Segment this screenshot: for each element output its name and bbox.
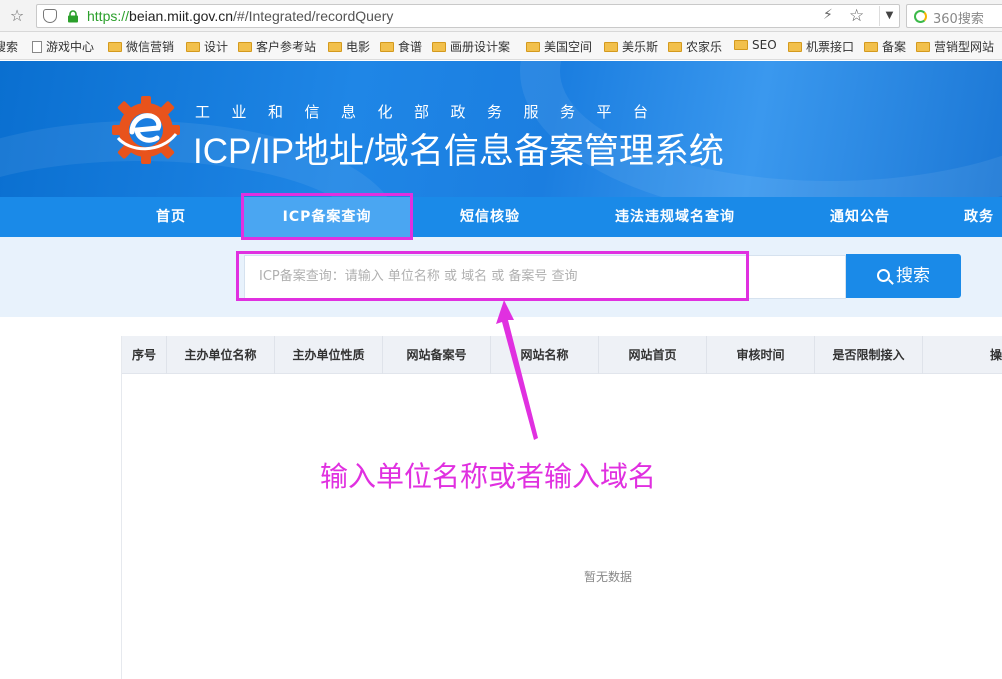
bookmark-item[interactable]: 备案 <box>864 38 906 55</box>
bookmark-label: 设计 <box>204 40 229 54</box>
bookmark-label: 美乐斯 <box>622 40 659 54</box>
bookmark-item[interactable]: 机票接口 <box>788 38 854 55</box>
bookmark-label: 营销型网站 <box>934 40 995 54</box>
nav-item-notices[interactable]: 通知公告 <box>800 197 920 237</box>
nav-item-gov[interactable]: 政务 <box>964 197 1002 237</box>
header-subtitle: 工业和信息化部政务服务平台 <box>195 103 670 121</box>
highlight-box-nav <box>241 193 413 240</box>
nav-item-sms-verify[interactable]: 短信核验 <box>426 197 554 237</box>
search-button-label: 搜索 <box>896 266 930 286</box>
site-header: 工业和信息化部政务服务平台 ICP/IP地址/域名信息备案管理系统 <box>0 61 1002 197</box>
bookmark-item[interactable]: 营销型网站 <box>916 38 994 55</box>
table-header: 序号 主办单位名称 主办单位性质 网站备案号 网站名称 网站首页 审核时间 是否… <box>122 336 1002 374</box>
bookmark-label: 游戏中心 <box>46 40 95 54</box>
search-engine-logo-icon <box>914 10 927 23</box>
column-header: 主办单位名称 <box>167 336 275 374</box>
bookmark-label: 食谱 <box>398 40 423 54</box>
lock-icon <box>68 10 78 23</box>
folder-icon <box>186 42 200 52</box>
bookmark-item[interactable]: 设计 <box>186 38 228 55</box>
folder-icon <box>380 42 394 52</box>
bookmark-star-icon[interactable]: ☆ <box>6 5 28 27</box>
browser-toolbar: ☆ https://beian.miit.gov.cn/#/Integrated… <box>0 0 1002 32</box>
highlight-box-search <box>236 251 749 301</box>
main-nav: 首页 ICP备案查询 短信核验 违法违规域名查询 通知公告 政务 <box>0 197 1002 237</box>
bookmark-label: 画册设计案 <box>450 40 511 54</box>
page-icon <box>32 41 42 53</box>
bookmark-label: 农家乐 <box>686 40 723 54</box>
nav-item-home[interactable]: 首页 <box>110 197 232 237</box>
miit-logo-icon <box>112 96 180 164</box>
lightning-icon[interactable]: ⚡ <box>823 7 833 23</box>
folder-icon <box>526 42 540 52</box>
results-table: 序号 主办单位名称 主办单位性质 网站备案号 网站名称 网站首页 审核时间 是否… <box>121 336 1002 679</box>
column-header: 网站备案号 <box>383 336 491 374</box>
bookmark-item[interactable]: 画册设计案 <box>432 38 510 55</box>
bookmark-item[interactable]: 搜索 <box>0 38 18 55</box>
bookmark-item[interactable]: 美国空间 <box>526 38 592 55</box>
column-header: 序号 <box>122 336 167 374</box>
search-engine-box[interactable]: 360搜索 <box>906 4 1002 28</box>
folder-icon <box>788 42 802 52</box>
bookmark-item[interactable]: 农家乐 <box>668 38 722 55</box>
nav-item-illegal-domain[interactable]: 违法违规域名查询 <box>590 197 760 237</box>
annotation-note: 输入单位名称或者输入域名 <box>320 460 657 493</box>
folder-icon <box>432 42 446 52</box>
folder-icon <box>668 42 682 52</box>
column-header: 操 <box>989 348 1002 362</box>
search-engine-label: 360搜索 <box>933 12 984 27</box>
address-bar[interactable]: https://beian.miit.gov.cn/#/Integrated/r… <box>36 4 900 28</box>
column-header: 网站首页 <box>599 336 707 374</box>
bookmark-item[interactable]: 游戏中心 <box>32 38 94 55</box>
bookmark-item[interactable]: 食谱 <box>380 38 422 55</box>
folder-icon <box>916 42 930 52</box>
url-host: beian.miit.gov.cn <box>129 8 234 24</box>
bookmark-item[interactable]: 电影 <box>328 38 370 55</box>
bookmark-label: 电影 <box>346 40 371 54</box>
bookmark-item[interactable]: 客户参考站 <box>238 38 316 55</box>
bookmark-item[interactable]: SEO <box>734 38 777 52</box>
annotation-arrow-icon <box>496 300 538 440</box>
bookmark-label: 客户参考站 <box>256 40 317 54</box>
folder-icon <box>328 42 342 52</box>
column-header: 是否限制接入 <box>815 336 923 374</box>
bookmark-item[interactable]: 微信营销 <box>108 38 174 55</box>
bookmark-label: 备案 <box>882 40 907 54</box>
folder-icon <box>108 42 122 52</box>
column-header: 审核时间 <box>707 336 815 374</box>
bookmarks-bar: 搜索 游戏中心 微信营销 设计 客户参考站 电影 食谱 画册设计案 美国空间 美乐斯 农家乐 SEO 机… <box>0 32 1002 60</box>
bookmark-label: 搜索 <box>0 40 19 54</box>
url-path: /#/Integrated/recordQuery <box>233 8 394 24</box>
bookmark-item[interactable]: 美乐斯 <box>604 38 658 55</box>
url-scheme: https:// <box>87 8 130 24</box>
folder-icon <box>604 42 618 52</box>
bookmark-label: 美国空间 <box>544 40 593 54</box>
bookmark-label: 机票接口 <box>806 40 855 54</box>
page-root: ☆ https://beian.miit.gov.cn/#/Integrated… <box>0 0 1002 679</box>
folder-icon <box>734 40 748 50</box>
page-title: ICP/IP地址/域名信息备案管理系统 <box>193 132 724 171</box>
url-text: https://beian.miit.gov.cn/#/Integrated/r… <box>87 8 393 24</box>
favorite-star-icon[interactable]: ☆ <box>849 6 864 26</box>
column-header: 主办单位性质 <box>275 336 383 374</box>
empty-state: 暂无数据 <box>583 570 632 584</box>
search-icon <box>877 269 890 282</box>
bookmark-label: SEO <box>752 38 777 52</box>
shield-icon <box>43 9 57 23</box>
folder-icon <box>864 42 878 52</box>
bookmark-label: 微信营销 <box>126 40 175 54</box>
search-button[interactable]: 搜索 <box>846 254 961 298</box>
folder-icon <box>238 42 252 52</box>
chevron-down-icon[interactable]: ▼ <box>879 6 899 26</box>
